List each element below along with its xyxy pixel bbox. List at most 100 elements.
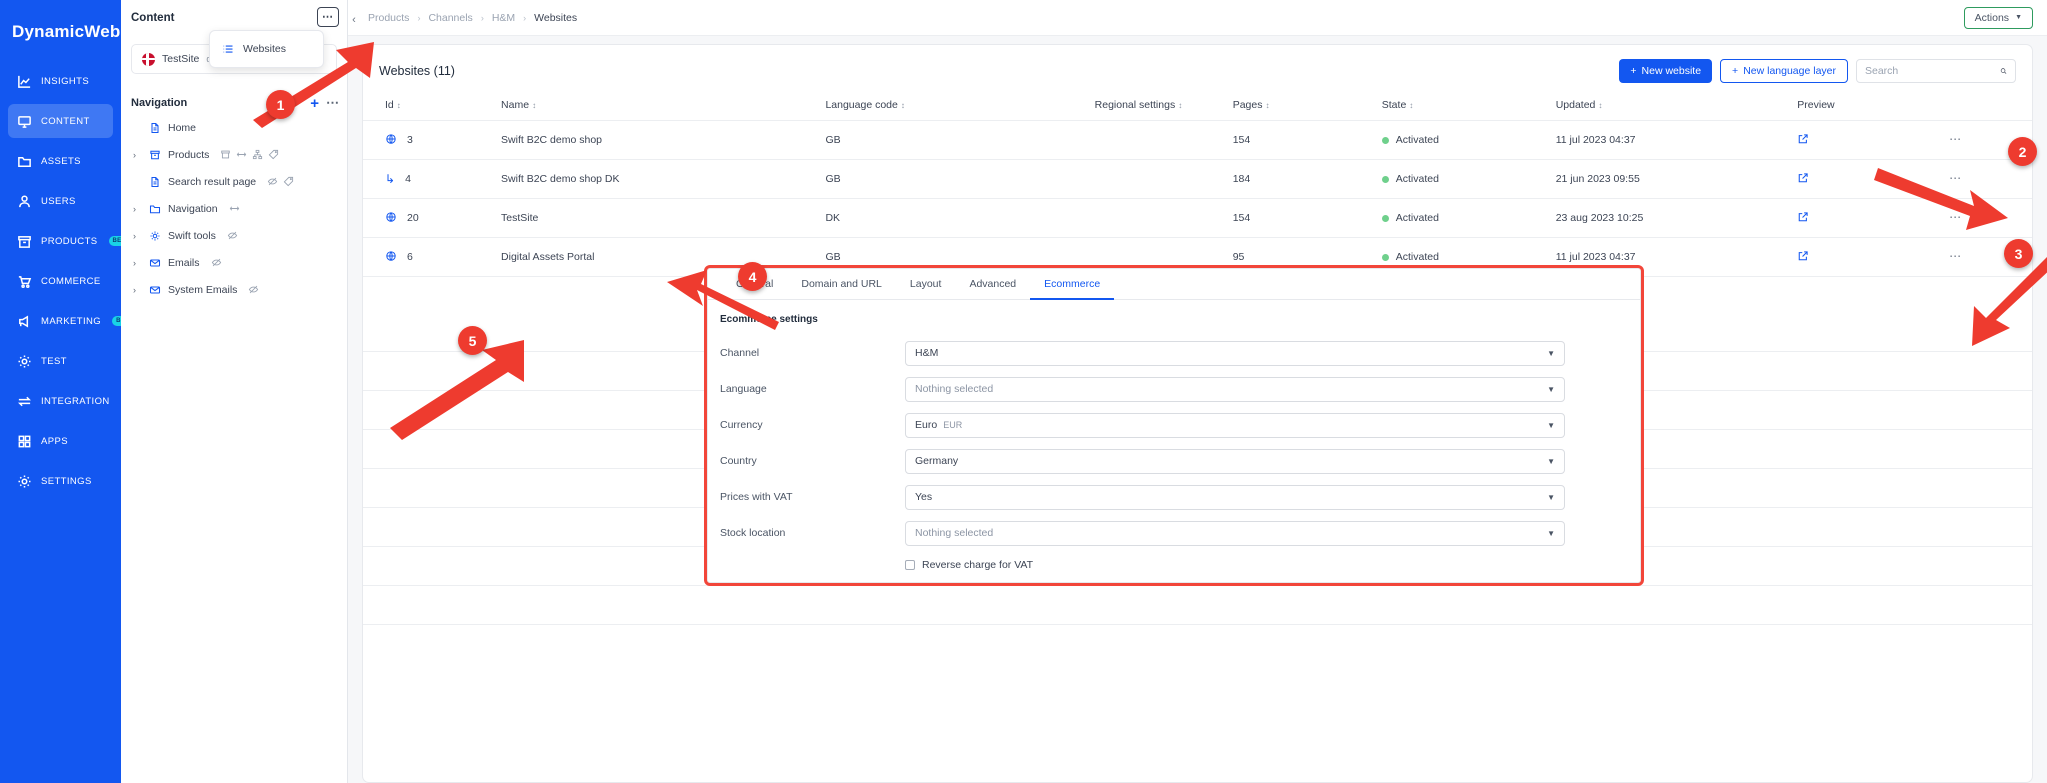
stock-location-select[interactable]: Nothing selected ▼	[905, 520, 1565, 546]
websites-popup-menu: Websites	[209, 30, 324, 68]
tree-options-button[interactable]: ⋯	[317, 7, 339, 27]
tab-layout[interactable]: Layout	[896, 269, 956, 300]
tree-item-home[interactable]: Home	[121, 114, 347, 141]
tree-item-label: Products	[168, 148, 210, 161]
preview-icon[interactable]	[1797, 172, 1809, 187]
breadcrumb-item-channels[interactable]: Channels	[428, 12, 472, 24]
field-label: Currency	[720, 419, 763, 431]
tree-item-system-emails[interactable]: › System Emails	[121, 276, 347, 303]
sidebar-item-marketing[interactable]: MARKETING BETA	[8, 304, 138, 338]
preview-icon[interactable]	[1797, 133, 1809, 148]
column-header-pages[interactable]: Pages ↕	[1232, 93, 1382, 121]
sidebar-item-label: TEST	[41, 355, 67, 367]
sidebar-item-test[interactable]: TEST	[8, 344, 113, 378]
new-language-layer-button[interactable]: + New language layer	[1720, 59, 1848, 83]
breadcrumb-item-hm[interactable]: H&M	[492, 12, 515, 24]
hidden-eye-icon	[227, 231, 238, 240]
column-header-language-code[interactable]: Language code ↕	[825, 93, 1095, 121]
status-badge: Activated	[1395, 173, 1439, 185]
sidebar-item-insights[interactable]: INSIGHTS	[8, 64, 113, 98]
row-id: 3	[407, 134, 413, 146]
row-actions-icon[interactable]: ⋯	[1949, 210, 1962, 224]
settings-tabs: General Domain and URL Layout Advanced E…	[708, 269, 1640, 300]
chevron-right-icon[interactable]: ›	[133, 150, 142, 160]
table-row[interactable]	[363, 586, 2032, 625]
field-value: Nothing selected	[915, 527, 994, 539]
chevron-right-icon[interactable]: ›	[133, 258, 142, 268]
breadcrumb-item-products[interactable]: Products	[368, 12, 409, 24]
chevron-down-icon: ▼	[1547, 420, 1555, 430]
denmark-flag-icon	[142, 52, 155, 66]
add-page-icon[interactable]: +	[310, 96, 319, 111]
sidebar-item-settings[interactable]: SETTINGS	[8, 464, 113, 498]
navigation-options-icon[interactable]: ⋯	[326, 96, 339, 109]
sort-icon: ↕	[1178, 101, 1183, 110]
column-header-regional-settings[interactable]: Regional settings ↕	[1094, 93, 1233, 121]
tab-advanced[interactable]: Advanced	[955, 269, 1030, 300]
table-row[interactable]: ↳ 4 Swift B2C demo shop DK GB 184 Activat…	[363, 159, 2032, 199]
sidebar-item-commerce[interactable]: COMMERCE	[8, 264, 113, 298]
tree-item-label: Swift tools	[168, 229, 216, 242]
column-header-id[interactable]: Id ↕	[363, 93, 502, 121]
chevron-right-icon[interactable]: ›	[133, 231, 142, 241]
tree-item-label: Navigation	[168, 202, 218, 215]
search-icon[interactable]	[2000, 65, 2007, 77]
tree-item-swift-tools[interactable]: › Swift tools	[121, 222, 347, 249]
row-actions-icon[interactable]: ⋯	[1949, 171, 1962, 185]
sidebar-item-assets[interactable]: ASSETS	[8, 144, 113, 178]
sidebar-item-label: USERS	[41, 195, 76, 207]
tree-item-navigation[interactable]: › Navigation	[121, 195, 347, 222]
tree-item-search-result-page[interactable]: Search result page	[121, 168, 347, 195]
country-select[interactable]: Germany ▼	[905, 448, 1565, 474]
row-updated: 21 jun 2023 09:55	[1555, 159, 1798, 199]
popup-item-websites[interactable]: Websites	[210, 36, 323, 62]
actions-button[interactable]: Actions ▼	[1963, 6, 2033, 29]
sidebar-item-label: MARKETING	[41, 315, 102, 327]
sidebar-item-content[interactable]: CONTENT	[8, 104, 113, 138]
new-language-layer-label: New language layer	[1743, 65, 1836, 77]
column-header-updated[interactable]: Updated ↕	[1555, 93, 1798, 121]
preview-icon[interactable]	[1797, 250, 1809, 265]
language-select[interactable]: Nothing selected ▼	[905, 376, 1565, 402]
sidebar-item-products[interactable]: PRODUCTS BETA	[8, 224, 134, 258]
row-name: Swift B2C demo shop DK	[501, 159, 826, 199]
reverse-charge-checkbox-row[interactable]: Reverse charge for VAT	[708, 559, 1640, 571]
search-box[interactable]	[1856, 59, 2016, 83]
collapse-panel-icon[interactable]: ‹	[348, 12, 360, 28]
sidebar-item-label: INSIGHTS	[41, 75, 90, 87]
row-actions-icon[interactable]: ⋯	[1949, 249, 1962, 263]
tree-item-badges	[211, 257, 222, 268]
preview-icon[interactable]	[1797, 211, 1809, 226]
table-row[interactable]: 20 TestSite DK 154 Activated 23 aug 2023…	[363, 198, 2032, 238]
chevron-down-icon: ▼	[1547, 492, 1555, 502]
cart-icon	[16, 273, 32, 289]
new-website-button[interactable]: + New website	[1619, 59, 1713, 83]
reverse-charge-checkbox[interactable]	[905, 560, 915, 570]
tree-item-products[interactable]: › Products	[121, 141, 347, 168]
field-value-sub: EUR	[943, 420, 963, 430]
sidebar-item-label: COMMERCE	[41, 275, 101, 287]
column-header-name[interactable]: Name ↕	[501, 93, 826, 121]
callout-1: 1	[266, 90, 295, 119]
row-actions-icon[interactable]: ⋯	[1949, 132, 1962, 146]
prices-with-vat-select[interactable]: Yes ▼	[905, 484, 1565, 510]
sidebar-item-label: INTEGRATION	[41, 395, 110, 407]
chevron-right-icon[interactable]: ›	[133, 285, 142, 295]
chevron-right-icon[interactable]: ›	[133, 204, 142, 214]
box-icon	[148, 149, 162, 161]
sidebar-item-integration[interactable]: INTEGRATION	[8, 384, 113, 418]
sitemap-icon	[253, 149, 263, 160]
sidebar-item-users[interactable]: USERS	[8, 184, 113, 218]
tree-item-emails[interactable]: › Emails	[121, 249, 347, 276]
sidebar-item-apps[interactable]: APPS	[8, 424, 113, 458]
globe-icon	[385, 133, 397, 148]
tab-ecommerce[interactable]: Ecommerce	[1030, 269, 1114, 300]
channel-select[interactable]: H&M ▼	[905, 340, 1565, 366]
column-header-state[interactable]: State ↕	[1381, 93, 1556, 121]
search-input[interactable]	[1865, 65, 2000, 77]
sort-icon: ↕	[1409, 101, 1414, 110]
table-row[interactable]: 3 Swift B2C demo shop GB 154 Activated 1…	[363, 120, 2032, 160]
breadcrumb-item-websites[interactable]: Websites	[534, 12, 577, 24]
currency-select[interactable]: Euro EUR ▼	[905, 412, 1565, 438]
tab-domain-and-url[interactable]: Domain and URL	[787, 269, 896, 300]
